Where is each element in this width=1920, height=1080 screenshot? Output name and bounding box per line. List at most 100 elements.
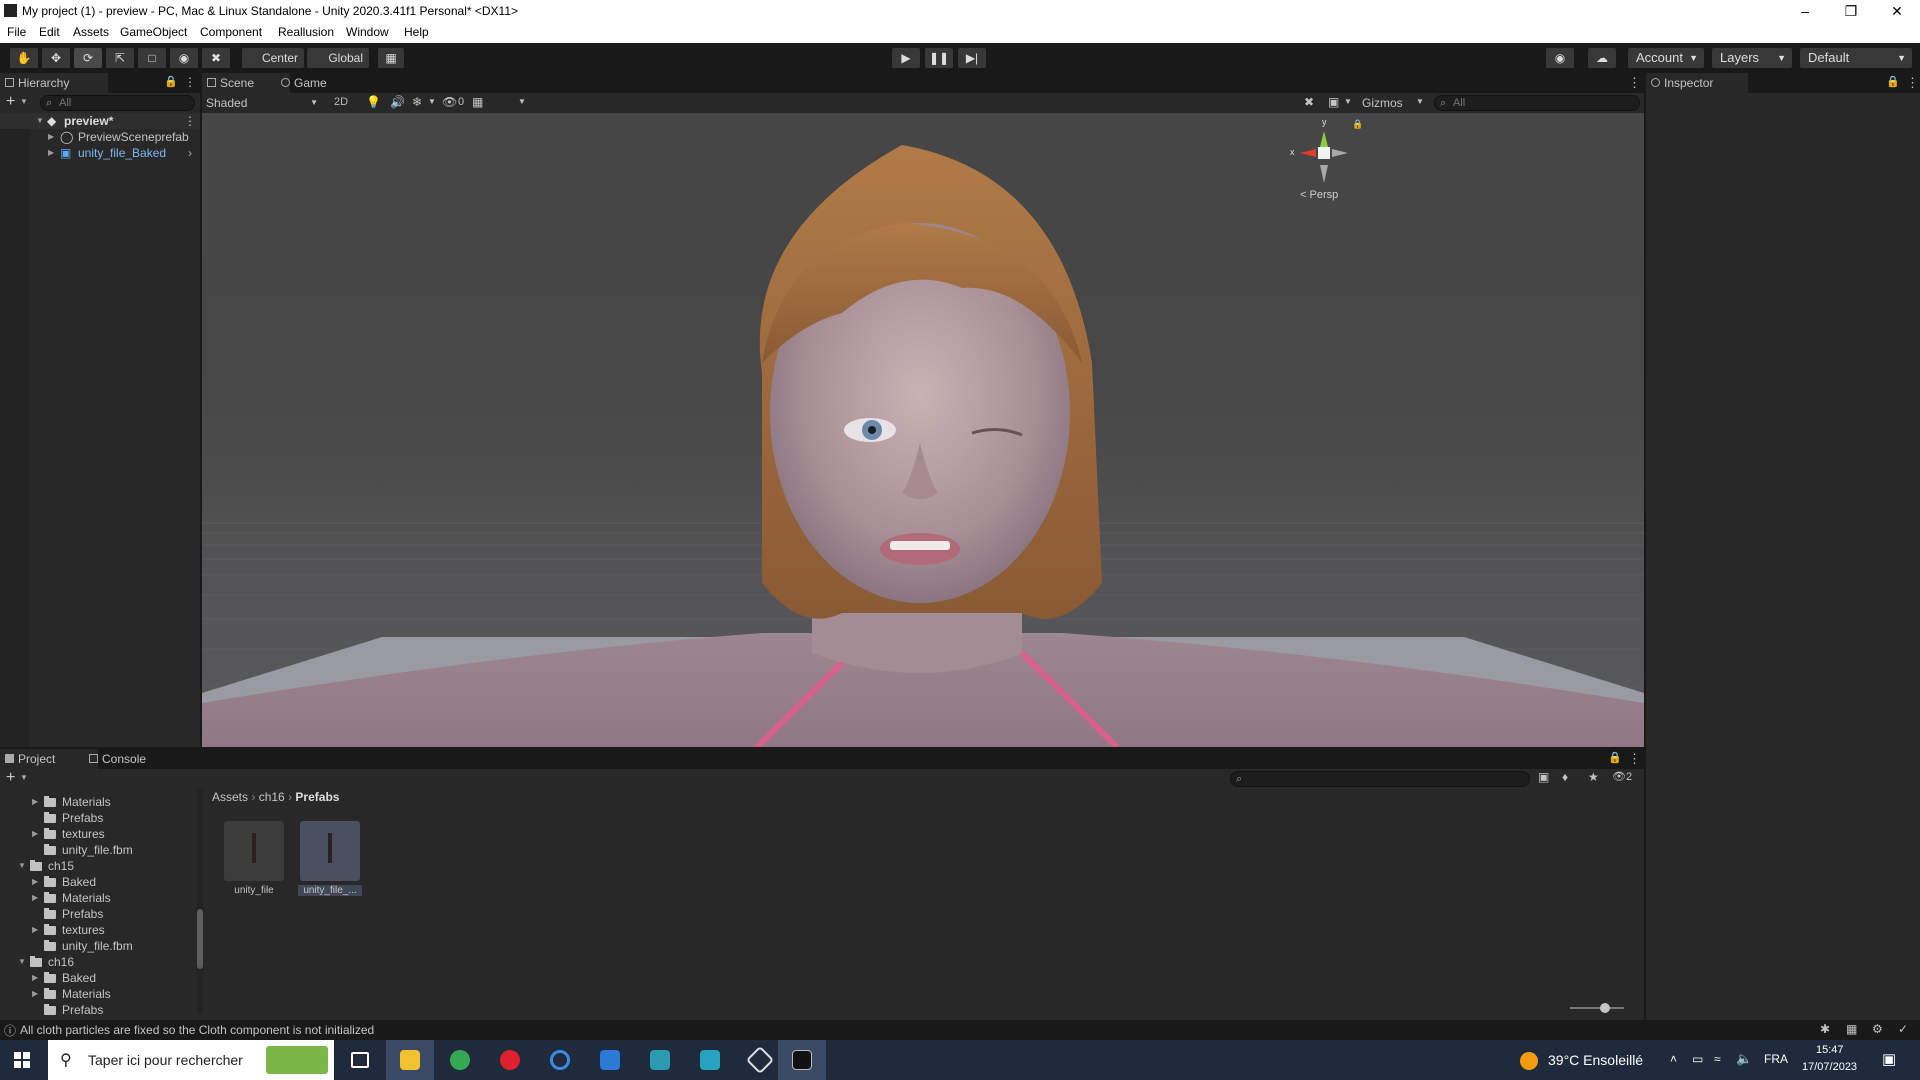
snap-grid-icon[interactable]: ▦ — [378, 48, 404, 68]
device-icon[interactable]: ▭ — [1692, 1052, 1703, 1066]
gizmos-dropdown[interactable]: Gizmos — [1362, 96, 1403, 110]
ccleaner-icon[interactable] — [536, 1040, 584, 1080]
chevron-down-icon[interactable]: ▼ — [20, 97, 28, 106]
tab-hierarchy[interactable]: Hierarchy — [0, 73, 108, 93]
kebab-menu-icon[interactable]: ⋮ — [184, 113, 196, 129]
play-button[interactable]: ▶ — [892, 48, 920, 68]
rect-tool-icon[interactable]: □ — [138, 48, 166, 68]
folder-tree-item[interactable]: ▶ Baked — [0, 875, 196, 889]
windows-start-icon[interactable] — [14, 1052, 30, 1068]
status-message[interactable]: All cloth particles are fixed so the Clo… — [20, 1023, 374, 1037]
favorite-icon[interactable]: ★ — [1588, 770, 1599, 784]
hidden-objects-icon[interactable]: 👁 — [442, 95, 457, 109]
folder-tree-item[interactable]: ▶ textures — [0, 923, 196, 937]
notifications-icon[interactable]: ▣ — [1882, 1050, 1896, 1068]
pause-button[interactable]: ❚❚ — [925, 48, 953, 68]
pivot-center-toggle[interactable]: Center — [242, 48, 304, 68]
step-button[interactable]: ▶| — [958, 48, 986, 68]
weather-sun-icon[interactable] — [1520, 1052, 1538, 1070]
chevron-down-icon[interactable]: ▼ — [1344, 97, 1352, 106]
chevron-right-icon[interactable]: › — [188, 145, 192, 161]
folder-tree-item[interactable]: ▶ Materials — [0, 795, 196, 809]
expand-arrow-icon[interactable]: ▶ — [32, 875, 38, 889]
opera-icon[interactable] — [486, 1040, 534, 1080]
expand-arrow-icon[interactable]: ▶ — [32, 891, 38, 905]
expand-arrow-icon[interactable]: ▼ — [36, 113, 44, 129]
volume-icon[interactable]: 🔈 — [1736, 1051, 1752, 1067]
unity-editor-icon[interactable] — [778, 1040, 826, 1080]
tab-inspector[interactable]: Inspector — [1646, 73, 1748, 93]
cache-icon[interactable]: ▦ — [1846, 1022, 1857, 1036]
tab-game[interactable]: Game — [276, 73, 364, 93]
folder-tree-item[interactable]: Prefabs — [0, 907, 196, 921]
menu-help[interactable]: Help — [404, 25, 429, 39]
kebab-menu-icon[interactable]: ⋮ — [1906, 75, 1919, 91]
kebab-menu-icon[interactable]: ⋮ — [1628, 751, 1641, 767]
task-view-icon[interactable] — [336, 1040, 384, 1080]
orientation-gizmo[interactable]: y x 🔒 < Persp — [1286, 117, 1366, 203]
close-icon[interactable]: ✕ — [1874, 0, 1920, 22]
tab-console[interactable]: Console — [84, 749, 182, 769]
folder-tree-item[interactable]: ▶ Baked — [0, 971, 196, 985]
hierarchy-item[interactable]: ▶ ◯ PreviewSceneprefab — [0, 129, 200, 145]
hierarchy-item[interactable]: ▶ ▣ unity_file_Baked › — [0, 145, 200, 161]
menu-edit[interactable]: Edit — [39, 25, 60, 39]
expand-arrow-icon[interactable]: ▼ — [18, 955, 26, 969]
menu-file[interactable]: File — [7, 25, 26, 39]
folder-tree-item[interactable]: ▶ Materials — [0, 987, 196, 1001]
lock-icon[interactable]: 🔒 — [164, 75, 178, 88]
chrome-icon[interactable] — [436, 1040, 484, 1080]
expand-arrow-icon[interactable]: ▶ — [32, 827, 38, 841]
hand-tool-icon[interactable]: ✋ — [10, 48, 38, 68]
menu-assets[interactable]: Assets — [73, 25, 109, 39]
audio-icon[interactable]: 🔊 — [390, 95, 405, 109]
add-icon[interactable]: + — [6, 93, 15, 111]
effects-icon[interactable]: ❄ — [412, 95, 422, 109]
maya-lt-icon[interactable] — [686, 1040, 734, 1080]
folder-tree-item[interactable]: Prefabs — [0, 1003, 196, 1017]
expand-arrow-icon[interactable]: ▶ — [48, 129, 54, 145]
projection-label[interactable]: < Persp — [1300, 189, 1338, 201]
minimize-icon[interactable]: – — [1782, 0, 1828, 22]
expand-arrow-icon[interactable]: ▼ — [18, 859, 26, 873]
expand-arrow-icon[interactable]: ▶ — [32, 795, 38, 809]
breadcrumb-assets[interactable]: Assets — [212, 790, 248, 804]
add-icon[interactable]: + — [6, 769, 15, 787]
progress-icon[interactable]: ✓ — [1898, 1022, 1908, 1036]
camera-icon[interactable]: ▣ — [1328, 95, 1339, 109]
cloud-icon[interactable]: ☁ — [1588, 48, 1616, 68]
network-icon[interactable]: ≈ — [1714, 1052, 1721, 1066]
chevron-down-icon[interactable]: ▼ — [20, 773, 28, 782]
clock-time[interactable]: 15:47 — [1816, 1044, 1844, 1056]
slider-thumb[interactable] — [1600, 1003, 1610, 1013]
2d-toggle[interactable]: 2D — [334, 96, 348, 108]
chevron-down-icon[interactable]: ▼ — [428, 97, 436, 106]
bug-icon[interactable]: ✱ — [1820, 1022, 1830, 1036]
transform-tool-icon[interactable]: ◉ — [170, 48, 198, 68]
rotate-tool-icon[interactable]: ⟳ — [74, 48, 102, 68]
weather-text[interactable]: 39°C Ensoleillé — [1548, 1052, 1643, 1068]
lighting-icon[interactable]: 💡 — [366, 95, 381, 109]
folder-tree-item[interactable]: unity_file.fbm — [0, 843, 196, 857]
asset-item[interactable]: unity_file_... — [298, 819, 362, 903]
scene-search-input[interactable]: All — [1434, 95, 1640, 111]
folder-tree-item[interactable]: ▶ Materials — [0, 891, 196, 905]
breadcrumb-ch16[interactable]: ch16 — [259, 790, 285, 804]
lock-icon[interactable]: 🔒 — [1608, 751, 1622, 764]
folder-tree-item[interactable]: ▼ ch15 — [0, 859, 196, 873]
menu-window[interactable]: Window — [346, 25, 389, 39]
project-search-input[interactable] — [1230, 771, 1530, 787]
hierarchy-search-input[interactable]: All — [40, 95, 195, 111]
expand-arrow-icon[interactable]: ▶ — [48, 145, 54, 161]
clock-date[interactable]: 17/07/2023 — [1802, 1061, 1857, 1073]
grid-toggle-icon[interactable]: ▦ — [472, 95, 483, 109]
kebab-menu-icon[interactable]: ⋮ — [184, 75, 196, 89]
taskbar-search-input[interactable]: ⚲ Taper ici pour rechercher — [48, 1040, 334, 1080]
scrollbar-thumb[interactable] — [197, 909, 203, 969]
filter-label-icon[interactable]: ♦ — [1562, 770, 1568, 784]
hidden-packages-icon[interactable]: 👁2 — [1612, 770, 1632, 783]
expand-arrow-icon[interactable]: ▶ — [32, 971, 38, 985]
maya-icon[interactable] — [636, 1040, 684, 1080]
custom-tool-icon[interactable]: ✖ — [202, 48, 230, 68]
folder-tree-item[interactable]: unity_file.fbm — [0, 939, 196, 953]
